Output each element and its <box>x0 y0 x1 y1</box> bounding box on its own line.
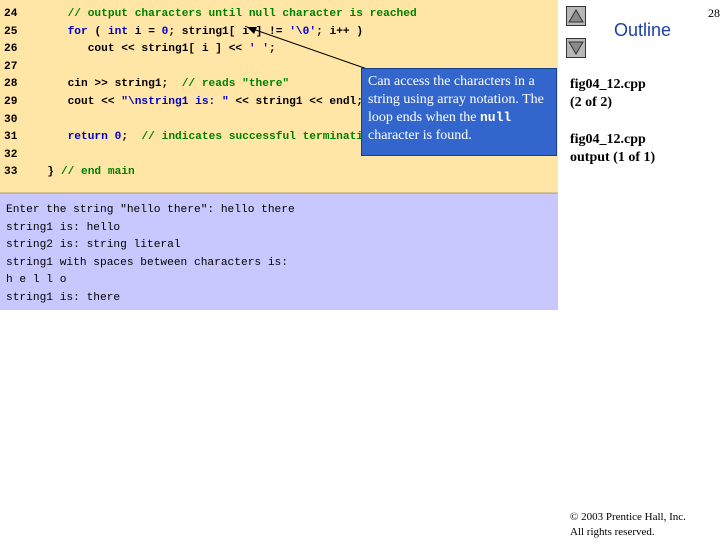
line-number: 25 <box>4 25 18 38</box>
copyright-line2: All rights reserved. <box>570 526 655 538</box>
code-line: 29 cout << "\nstring1 is: " << string1 <… <box>4 94 363 111</box>
code-token: // output characters until null characte… <box>34 8 417 20</box>
line-number: 26 <box>4 43 18 56</box>
code-line: 33 } // end main <box>4 164 135 181</box>
code-token: cout << string1[ i ] << <box>34 43 249 56</box>
line-number: 33 <box>4 166 18 179</box>
output-line: Enter the string "hello there": hello th… <box>6 204 295 216</box>
code-token: i = <box>128 25 162 38</box>
sidebar-file1-sub: (2 of 2) <box>570 95 612 110</box>
line-number: 28 <box>4 78 18 91</box>
code-token: "\nstring1 is: " <box>121 96 229 108</box>
code-token: ; <box>269 43 276 56</box>
code-line: 30 <box>4 112 34 129</box>
sidebar-file2: fig04_12.cpp <box>570 132 646 147</box>
callout-code-word: null <box>479 110 512 125</box>
code-token: // end main <box>60 166 135 179</box>
code-line: 24 // output characters until null chara… <box>4 6 417 23</box>
output-line: h e l l o <box>6 274 67 287</box>
code-line: 31 return 0; // indicates successful ter… <box>4 129 376 146</box>
output-line: string2 is: string literal <box>6 239 181 252</box>
triangle-down-icon <box>568 41 584 55</box>
callout-text-before: Can access the characters in a string us… <box>368 74 544 125</box>
code-token: } <box>34 166 61 179</box>
code-line: 32 <box>4 147 34 164</box>
code-token: int <box>107 25 129 38</box>
line-number: 29 <box>4 96 18 108</box>
code-line: 27 <box>4 59 34 76</box>
output-line: string1 is: there <box>6 292 121 304</box>
code-token: ; string1[ i ] != <box>168 25 290 38</box>
page-number: 28 <box>708 6 720 20</box>
code-token: cin >> string1; <box>34 78 182 91</box>
nav-down-button[interactable] <box>566 38 586 58</box>
output-panel: Enter the string "hello there": hello th… <box>0 193 558 310</box>
copyright-line1: © 2003 Prentice Hall, Inc. <box>570 511 686 523</box>
code-token: return <box>67 131 108 144</box>
copyright: © 2003 Prentice Hall, Inc. All rights re… <box>570 510 686 540</box>
output-line: string1 with spaces between characters i… <box>6 256 288 269</box>
code-token: ; i++ ) <box>316 25 364 38</box>
callout-text-after: character is found. <box>368 128 472 143</box>
nav-up-button[interactable] <box>566 6 586 26</box>
code-token: // indicates successful termination <box>141 131 377 144</box>
code-line: 28 cin >> string1; // reads "there" <box>4 76 289 93</box>
code-token: ( <box>87 25 108 38</box>
line-number: 24 <box>4 8 18 20</box>
line-number: 32 <box>4 148 18 161</box>
line-number: 30 <box>4 113 18 126</box>
code-line: 26 cout << string1[ i ] << ' '; <box>4 41 276 58</box>
code-token: // reads "there" <box>181 78 290 91</box>
code-token: '\0' <box>289 25 317 38</box>
outline-label: Outline <box>614 20 672 40</box>
code-token: cout << <box>34 96 122 108</box>
code-token: ' ' <box>248 43 269 56</box>
sidebar-file2-sub: output (1 of 1) <box>570 150 656 165</box>
triangle-up-icon <box>568 9 584 23</box>
code-token: for <box>67 25 88 38</box>
line-number: 27 <box>4 60 18 73</box>
line-number: 31 <box>4 131 18 144</box>
sidebar-file1: fig04_12.cpp <box>570 77 646 92</box>
code-token: << string1 << endl; <box>228 96 363 108</box>
code-token: ; <box>121 131 142 144</box>
output-line: string1 is: hello <box>6 221 121 234</box>
callout-box: Can access the characters in a string us… <box>361 68 557 156</box>
code-line: 25 for ( int i = 0; string1[ i ] != '\0'… <box>4 24 363 41</box>
